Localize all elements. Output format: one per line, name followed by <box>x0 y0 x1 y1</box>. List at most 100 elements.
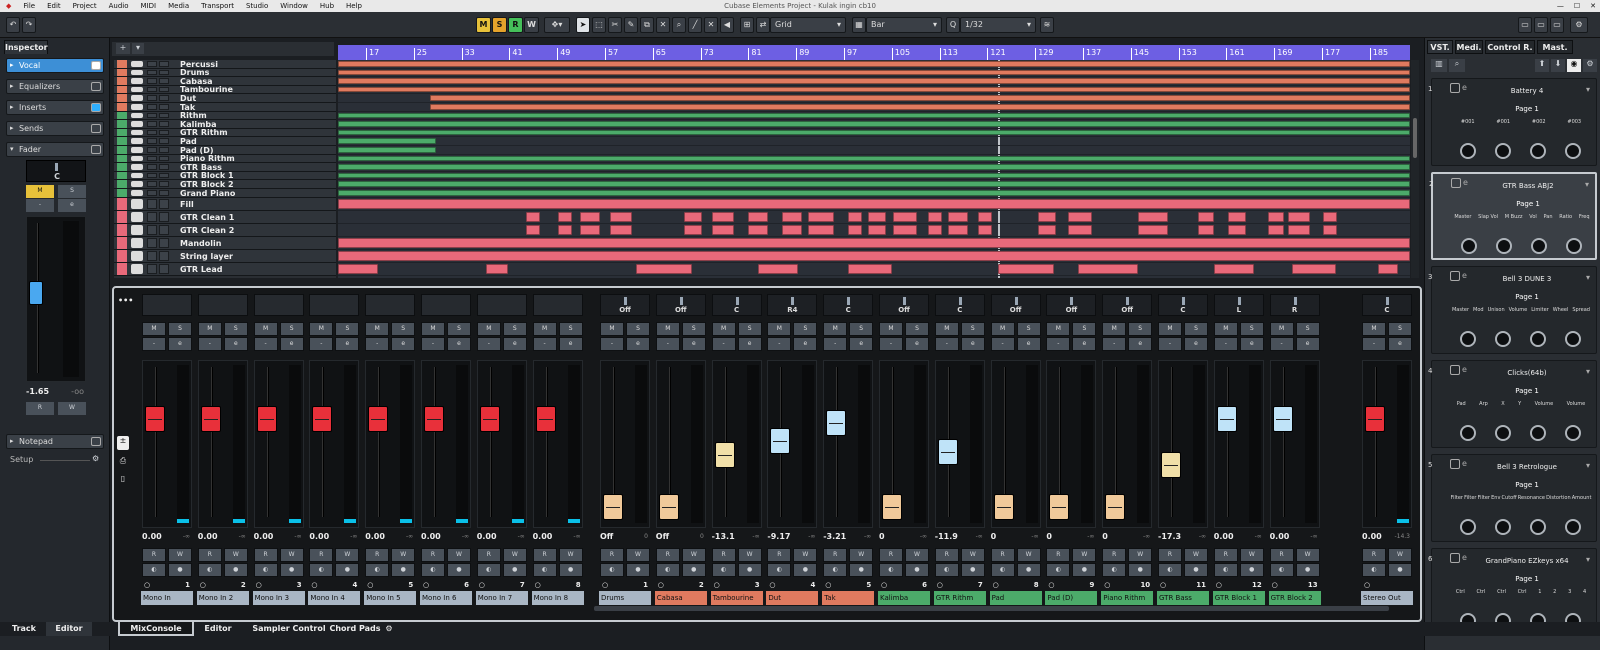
channel-pan[interactable]: Off <box>1046 294 1097 316</box>
channel-pan[interactable]: Off <box>879 294 929 316</box>
autoscroll-icon[interactable]: ✥▾ <box>544 17 570 33</box>
event-part[interactable] <box>338 129 1410 136</box>
channel-write-button[interactable]: W <box>681 548 706 562</box>
channel-edit-icon[interactable]: ◐ <box>309 563 334 577</box>
event-part[interactable] <box>526 211 540 222</box>
channel-solo-button[interactable]: S <box>558 322 583 336</box>
channel-edit-icon[interactable]: ◐ <box>600 563 624 577</box>
event-display[interactable] <box>338 60 1410 278</box>
power-icon[interactable] <box>1450 553 1460 563</box>
track-mute-button[interactable] <box>147 164 157 170</box>
channel-link-icon[interactable]: ○ <box>993 581 1039 589</box>
channel-write-button[interactable]: W <box>1128 548 1153 562</box>
channel-write-button[interactable]: W <box>626 548 650 562</box>
channel-edit-icon[interactable]: ◐ <box>767 563 792 577</box>
mixconsole-menu-icon[interactable]: ••• <box>118 296 133 305</box>
instrument-page[interactable]: Page 1 <box>1472 575 1582 583</box>
channel-monitor-icon[interactable]: ● <box>1184 563 1208 577</box>
track-row[interactable]: GTR Clean 1 <box>114 210 336 224</box>
power-icon[interactable] <box>1450 459 1460 469</box>
menu-hub[interactable]: Hub <box>314 0 340 12</box>
event-part[interactable] <box>338 250 1410 261</box>
track-mute-button[interactable] <box>147 155 157 162</box>
quick-control-knob[interactable] <box>1495 238 1512 254</box>
track-mute-button[interactable] <box>147 172 157 179</box>
channel-edit-button[interactable]: e <box>681 337 706 351</box>
channel-fader[interactable] <box>600 360 650 528</box>
grid-icon[interactable]: ▦ <box>852 17 866 33</box>
quick-control-knob[interactable] <box>1529 519 1546 535</box>
event-part[interactable] <box>1288 224 1310 235</box>
quick-control-knob[interactable] <box>1494 425 1511 441</box>
fader-cap[interactable] <box>658 494 679 521</box>
quick-control-knob[interactable] <box>1494 143 1511 159</box>
event-part[interactable] <box>338 112 1410 119</box>
channel-edit-icon[interactable]: ◐ <box>532 563 557 577</box>
channel-write-button[interactable]: W <box>1239 548 1264 562</box>
inspector-section-sends[interactable]: ▸ Sends <box>6 121 104 136</box>
channel-listen-button[interactable]: - <box>421 337 445 351</box>
track-name[interactable]: GTR Lead <box>180 265 222 274</box>
track-solo-button[interactable] <box>159 198 169 209</box>
channel-pan[interactable]: R <box>1269 294 1320 316</box>
channel-link-icon[interactable]: ○ <box>144 581 190 589</box>
channel-name[interactable]: Pad (D) <box>1045 591 1098 605</box>
event-part[interactable] <box>338 190 1410 196</box>
track-solo-button[interactable] <box>159 95 169 101</box>
channel-monitor-icon[interactable]: ● <box>391 563 416 577</box>
menu-file[interactable]: File <box>17 0 41 12</box>
channel-edit-button[interactable]: e <box>502 337 527 351</box>
instrument-slot[interactable]: 2 e GTR Bass ABJ2 ▾ Page 1 Master Slap Vo… <box>1429 172 1597 260</box>
track-solo-button[interactable] <box>159 69 169 76</box>
inspector-mute-button[interactable]: M <box>26 185 54 198</box>
channel-pan[interactable]: C <box>1158 294 1208 316</box>
event-part[interactable] <box>1138 211 1168 222</box>
track-mute-button[interactable] <box>147 250 157 261</box>
track-solo-button[interactable] <box>159 61 169 67</box>
event-part[interactable] <box>338 155 1410 162</box>
inspector-section-fader[interactable]: ▾ Fader <box>6 142 104 157</box>
event-part[interactable] <box>338 138 436 144</box>
event-part[interactable] <box>1228 224 1246 235</box>
channel-link-icon[interactable]: ○ <box>769 581 815 589</box>
fader-cap[interactable] <box>145 406 165 432</box>
instrument-page[interactable]: Page 1 <box>1472 105 1582 113</box>
track-solo-button[interactable] <box>159 112 169 119</box>
instrument-name[interactable]: GrandPiano EZkeys x64 <box>1472 557 1582 565</box>
channel-edit-icon[interactable]: ◐ <box>1213 563 1238 577</box>
quick-control-knob[interactable] <box>1459 143 1476 159</box>
channel-read-button[interactable]: R <box>1269 548 1294 562</box>
track-solo-button[interactable] <box>159 155 169 162</box>
quick-control-knob[interactable] <box>1564 425 1581 441</box>
event-part[interactable] <box>1078 263 1138 274</box>
channel-edit-icon[interactable]: ◐ <box>365 563 390 577</box>
track-mute-button[interactable] <box>147 198 157 209</box>
event-part[interactable] <box>338 172 1410 179</box>
track-mute-button[interactable] <box>147 121 157 127</box>
channel-monitor-icon[interactable]: ● <box>1239 563 1264 577</box>
event-part[interactable] <box>338 263 378 274</box>
split-tool-icon[interactable]: ✂ <box>608 17 622 33</box>
channel-mute-button[interactable]: M <box>1102 322 1127 336</box>
instrument-menu-icon[interactable]: ▾ <box>1586 273 1590 282</box>
channel-monitor-icon[interactable]: ● <box>223 563 248 577</box>
track-row[interactable]: GTR Clean 2 <box>114 223 336 237</box>
channel-pan[interactable]: L <box>1213 294 1264 316</box>
channel-mute-button[interactable]: M <box>1213 322 1238 336</box>
track-mute-button[interactable] <box>147 147 157 153</box>
channel-monitor-icon[interactable]: ● <box>793 563 818 577</box>
event-part[interactable] <box>928 211 942 222</box>
channel-fader[interactable] <box>879 360 929 528</box>
event-part[interactable] <box>978 224 992 235</box>
channel-edit-button[interactable]: e <box>1072 337 1097 351</box>
undo-icon[interactable]: ↶ <box>6 17 20 33</box>
channel-mute-button[interactable]: M <box>1269 322 1294 336</box>
play-tool-icon[interactable]: ◀ <box>720 17 734 33</box>
channel-solo-button[interactable]: S <box>1072 322 1097 336</box>
track-name[interactable]: Grand Piano <box>180 189 235 198</box>
fader-cap[interactable] <box>1272 406 1293 432</box>
channel-fader[interactable] <box>1158 360 1208 528</box>
channel-name[interactable]: GTR Rithm <box>933 591 986 605</box>
channel-name[interactable]: Kalimba <box>878 591 930 605</box>
inspector-section-notepad[interactable]: ▸ Notepad <box>6 434 104 449</box>
